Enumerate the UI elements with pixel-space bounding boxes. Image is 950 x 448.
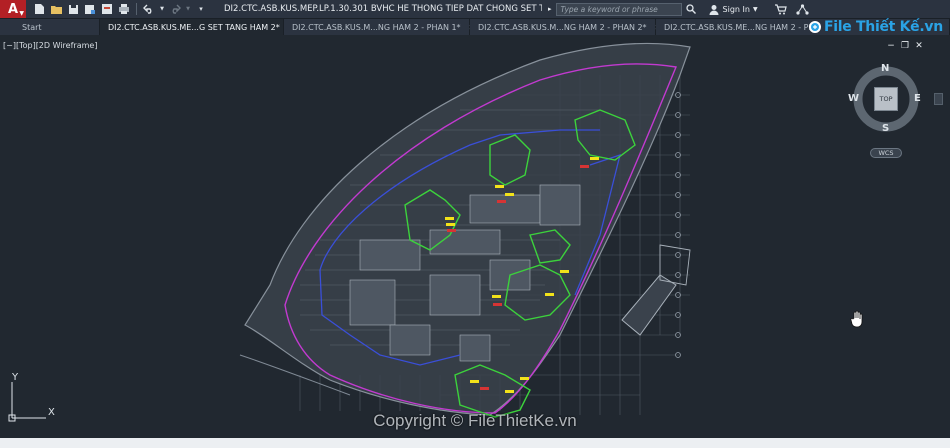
- drawing-viewport[interactable]: [−][Top][2D Wireframe] − ❐ ✕ N S E W TOP…: [0, 35, 950, 448]
- exchange-icon[interactable]: [796, 3, 810, 16]
- sign-in-button[interactable]: Sign In: [723, 5, 750, 14]
- detached-building: [621, 274, 677, 336]
- status-bar: [0, 438, 950, 448]
- publish-icon[interactable]: [100, 2, 114, 16]
- redo-dropdown-icon[interactable]: ▼: [185, 2, 191, 16]
- tab-document-1[interactable]: DI2.CTC.ASB.KUS.ME...G SET TANG HAM 2* ✕: [100, 19, 294, 35]
- save-icon[interactable]: [66, 2, 80, 16]
- brand-watermark: File Thiết Kế.vn: [809, 19, 943, 35]
- open-folder-icon[interactable]: [49, 2, 63, 16]
- tab-label: DI2.CTC.ASB.KUS.M...NG HAM 2 - PHAN 2*: [478, 22, 647, 32]
- tab-label: DI2.CTC.ASB.KUS.ME...NG HAM 2 - PHA: [664, 22, 820, 32]
- viewcube-top-face[interactable]: TOP: [874, 87, 898, 111]
- brand-name: File Thiết Kế.vn: [824, 19, 943, 35]
- redo-icon[interactable]: [168, 2, 182, 16]
- restore-icon[interactable]: ❐: [900, 41, 910, 51]
- minimize-icon[interactable]: −: [886, 41, 896, 51]
- quick-access-toolbar: ▼ ▼ ▾: [32, 0, 208, 18]
- search-input[interactable]: Type a keyword or phrase: [555, 2, 682, 16]
- wcs-menu-button[interactable]: WCS: [870, 148, 902, 158]
- user-icon[interactable]: [708, 3, 720, 16]
- chevron-down-icon: ▼: [19, 10, 24, 17]
- viewport-window-controls: − ❐ ✕: [886, 41, 924, 51]
- new-file-icon[interactable]: [32, 2, 46, 16]
- close-icon[interactable]: ✕: [914, 41, 924, 51]
- undo-icon[interactable]: [142, 2, 156, 16]
- title-expand-icon[interactable]: ▸: [548, 5, 552, 13]
- tab-start[interactable]: Start: [0, 19, 100, 35]
- plot-icon[interactable]: [117, 2, 131, 16]
- compass-north-label[interactable]: N: [881, 63, 889, 74]
- tab-document-2[interactable]: DI2.CTC.ASB.KUS.M...NG HAM 2 - PHAN 1* ✕: [284, 19, 475, 35]
- tab-label: DI2.CTC.ASB.KUS.ME...G SET TANG HAM 2*: [108, 22, 280, 32]
- document-tab-bar: Start DI2.CTC.ASB.KUS.ME...G SET TANG HA…: [0, 18, 950, 35]
- document-title: DI2.CTC.ASB.KUS.MEP.LP.1.30.301 BVHC HE …: [224, 4, 542, 14]
- title-bar: A ▼ ▼ ▼ ▾ DI2.CTC.ASB.KUS.MEP.LP.1.30.30…: [0, 0, 950, 18]
- undo-dropdown-icon[interactable]: ▼: [159, 2, 165, 16]
- copyright-watermark: Copyright © FileThietKe.vn: [373, 411, 577, 430]
- app-logo-letter: A: [7, 1, 19, 17]
- compass-east-label[interactable]: E: [914, 93, 921, 104]
- pan-hand-cursor-icon: [850, 310, 866, 328]
- chevron-down-icon[interactable]: ▼: [753, 6, 758, 13]
- tab-document-3[interactable]: DI2.CTC.ASB.KUS.M...NG HAM 2 - PHAN 2* ✕: [470, 19, 661, 35]
- viewport-controls-label[interactable]: [−][Top][2D Wireframe]: [3, 41, 97, 50]
- tab-label: Start: [22, 22, 42, 32]
- brand-logo-icon: [809, 21, 821, 33]
- save-as-icon[interactable]: [83, 2, 97, 16]
- compass-west-label[interactable]: W: [848, 93, 859, 104]
- tab-label: DI2.CTC.ASB.KUS.M...NG HAM 2 - PHAN 1*: [292, 22, 461, 32]
- application-menu-button[interactable]: A ▼: [0, 0, 26, 18]
- search-icon[interactable]: [684, 3, 698, 16]
- compass-south-label[interactable]: S: [882, 123, 889, 134]
- customize-toolbar-icon[interactable]: ▾: [194, 2, 208, 16]
- ucs-y-label: Y: [12, 372, 19, 383]
- site-plan-drawing[interactable]: [0, 35, 950, 448]
- view-cube[interactable]: N S E W TOP: [848, 63, 921, 134]
- cart-icon[interactable]: [774, 3, 788, 16]
- navigation-bar-handle[interactable]: [934, 93, 943, 105]
- toolbar-separator: [136, 3, 137, 15]
